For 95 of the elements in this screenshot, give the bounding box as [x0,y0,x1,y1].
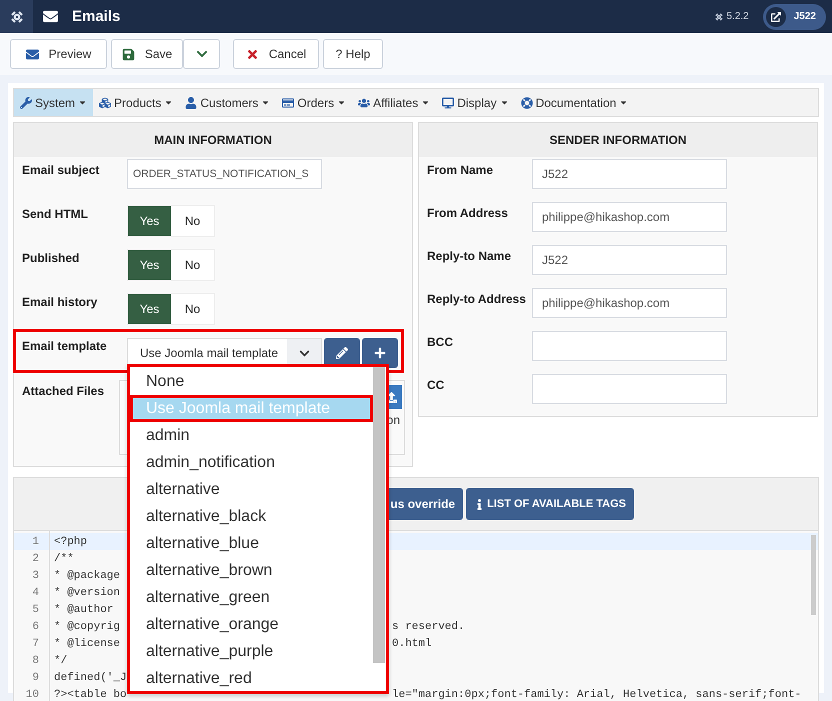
code-text: defined('_J [53,672,127,684]
code-text: <?php [53,536,88,548]
dropdown-option[interactable]: alternative_purple [130,638,373,665]
menu-item[interactable]: Orders [276,89,352,116]
text-field[interactable]: J522 [532,245,727,275]
line-number: 3 [31,570,40,582]
version-label: 5.2.2 [726,11,749,22]
code-text: * @version [53,586,120,598]
page-title: Emails [72,8,120,25]
save-button[interactable]: Save [111,39,183,69]
plus-icon [374,347,386,359]
dropdown-option[interactable]: alternative_blue [130,530,373,557]
dropdown-option[interactable]: alternative_brown [130,557,373,584]
line-number: 7 [31,638,40,650]
text-field[interactable] [532,374,727,404]
line-number: 8 [31,654,40,666]
tags-button[interactable]: LIST OF AVAILABLE TAGS [466,488,634,520]
external-link-icon [770,12,781,22]
panel-heading: MAIN INFORMATION [14,123,412,157]
menu-item[interactable]: Customers [179,89,276,116]
code-text: 0.html [391,638,432,650]
line-number: 1 [31,536,40,548]
save-icon [122,48,135,60]
user-button[interactable]: J522 [762,4,826,30]
field-label: From Address [427,205,509,220]
yes-no-toggle[interactable]: Yes No [127,249,215,281]
dropdown-option[interactable]: alternative [130,476,373,503]
cancel-button[interactable]: Cancel [233,39,319,69]
field-label: Attached Files [22,383,106,398]
dropdown-option[interactable]: admin [130,422,373,449]
help-button[interactable]: ? Help [323,39,383,69]
field-label: Email history [22,294,98,309]
chevron-down-icon [196,48,208,60]
logo-tile[interactable] [0,0,33,33]
field-label: BCC [427,334,454,349]
line-number: 10 [24,688,40,700]
card-icon [282,96,294,108]
subject-field[interactable]: ORDER_STATUS_NOTIFICATION_S [127,159,322,189]
text-field[interactable]: philippe@hikashop.com [532,288,727,318]
line-number: 6 [31,620,40,632]
menu-item[interactable]: Products [93,89,180,116]
text-field[interactable]: J522 [532,159,727,189]
code-text: */ [53,654,68,666]
line-number: 2 [31,552,40,564]
code-text: * @package [53,570,120,582]
field-label: Published [22,250,80,265]
field-label: Send HTML [22,206,89,221]
wrench-icon [20,96,32,108]
override-button[interactable]: us override [388,488,464,520]
logo-icon [8,8,24,24]
dropdown-option[interactable]: alternative_green [130,584,373,611]
code-text: ?><table bo [53,688,127,700]
lifebuoy-icon [520,96,533,108]
dropdown-option[interactable]: alternative_red [130,665,373,692]
field-label: Reply-to Address [427,291,527,306]
chevron-down-icon [298,348,310,358]
text-field[interactable]: philippe@hikashop.com [532,202,727,232]
envelope-icon [26,48,39,60]
line-number: 4 [31,586,40,598]
panel-heading: SENDER INFORMATION [419,123,817,157]
code-text: * @author [53,604,114,616]
monitor-icon [442,96,454,108]
envelope-icon [43,9,58,24]
yes-no-toggle[interactable]: Yes No [127,293,215,325]
code-text: * @license [53,638,120,650]
code-text: /** [53,552,74,564]
field-label: CC [427,377,446,392]
menu-item[interactable]: Display [436,89,515,116]
pencil-icon [336,347,348,359]
line-number: 9 [31,672,40,684]
users-icon [358,96,370,108]
dropdown-option[interactable]: alternative_orange [130,611,373,638]
menu-item[interactable]: Affiliates [352,89,436,116]
logo-icon [714,12,724,22]
dropdown-toggle[interactable] [183,39,220,69]
field-label: Reply-to Name [427,248,512,263]
close-icon [246,48,259,60]
text-field[interactable] [532,331,727,361]
user-icon [185,96,198,108]
menu-item[interactable]: Documentation [514,89,634,116]
menu-item[interactable]: System [14,89,94,116]
code-text: s reserved. [391,620,465,632]
cubes-icon [99,96,112,108]
field-label: Email subject [22,162,100,177]
dropdown-option[interactable]: alternative_black [130,503,373,530]
yes-no-toggle[interactable]: Yes No [127,205,215,237]
add-button[interactable] [362,338,398,368]
dropdown-option[interactable]: admin_notification [130,449,373,476]
dropdown-option[interactable]: None [130,368,373,395]
field-label: Email template [22,338,108,353]
line-number: 5 [31,604,40,616]
code-text: le="margin:0px;font-family: Arial, Helvetica, sans-serif;font- [391,688,802,700]
code-text: * @copyrig [53,620,120,632]
field-label: From Name [427,162,494,177]
preview-button[interactable]: Preview [10,39,107,69]
